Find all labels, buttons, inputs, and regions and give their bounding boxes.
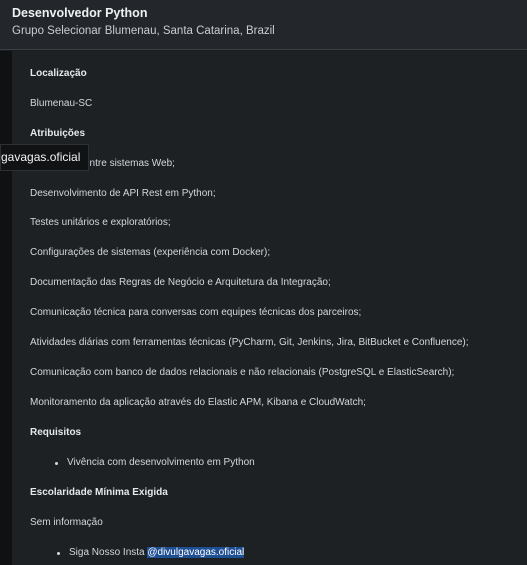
duty-item-6: Comunicação técnica para conversas com e…	[30, 307, 362, 318]
duty-item-3: Testes unitários e exploratórios;	[30, 217, 171, 228]
location-heading: Localização	[30, 68, 87, 79]
duties-heading: Atribuições	[30, 128, 86, 139]
duty-item-9: Monitoramento da aplicação através do El…	[30, 397, 366, 408]
duty-item-4: Configurações de sistemas (experiência c…	[30, 247, 271, 258]
job-header: Desenvolvedor Python Grupo Selecionar Bl…	[0, 0, 527, 50]
requirement-item-1: Vivência com desenvolvimento em Python	[67, 457, 255, 468]
duty-item-1-visible: entre sistemas Web;	[84, 158, 175, 169]
duty-item-5: Documentação das Regras de Negócio e Arq…	[30, 277, 331, 288]
follow-line: Siga Nosso Insta @divulgavagas.oficial	[69, 546, 245, 560]
job-title: Desenvolvedor Python	[12, 6, 148, 20]
requirements-heading: Requisitos	[30, 427, 82, 438]
education-value: Sem informação	[30, 517, 103, 528]
follow-prefix: Siga Nosso Insta	[69, 547, 148, 558]
education-heading: Escolaridade Mínima Exigida	[30, 487, 168, 498]
left-edge-bar	[0, 51, 12, 565]
job-company-location: Grupo Selecionar Blumenau, Santa Catarin…	[12, 25, 275, 37]
follow-bullet	[57, 552, 60, 555]
location-value: Blumenau-SC	[30, 98, 93, 109]
instagram-handle-link[interactable]: @divulgavagas.oficial	[147, 547, 245, 558]
duty-item-2: Desenvolvimento de API Rest em Python;	[30, 188, 216, 199]
requirement-bullet	[55, 462, 58, 465]
duty-item-7: Atividades diárias com ferramentas técni…	[30, 337, 469, 348]
selection-tooltip: gavagas.oficial	[0, 144, 90, 171]
duty-item-8: Comunicação com banco de dados relaciona…	[30, 367, 455, 378]
